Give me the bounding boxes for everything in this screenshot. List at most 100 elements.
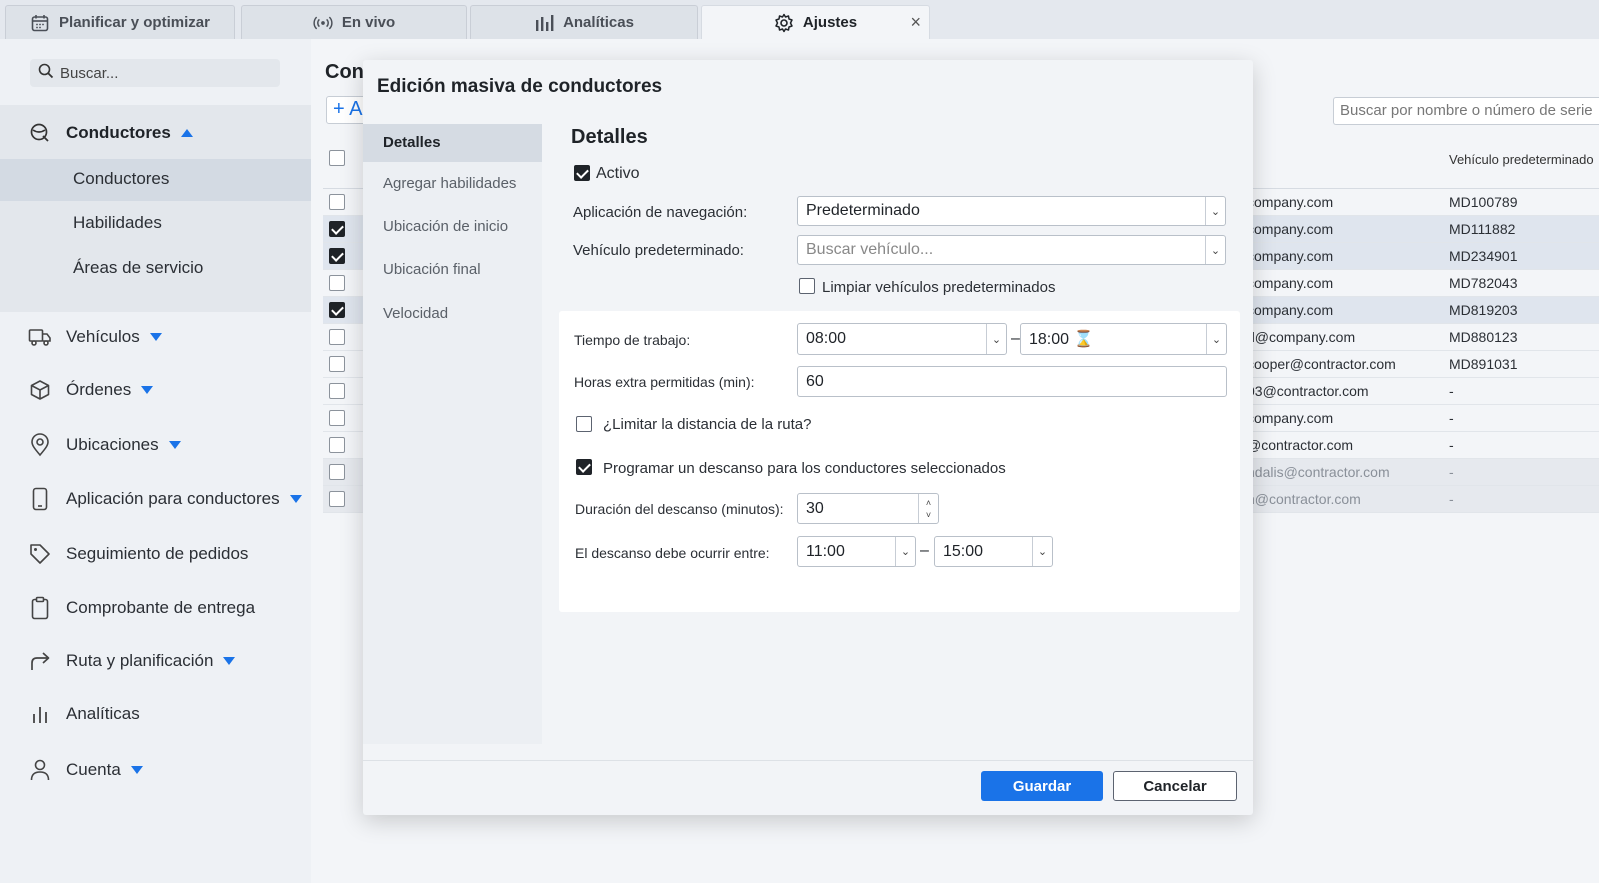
navigation-app-select[interactable]: Predeterminado ⌄	[797, 196, 1226, 226]
sidebar-search[interactable]	[30, 59, 280, 87]
sidebar-item-label: Analíticas	[66, 704, 140, 723]
work-end-value: 18:00 ⌛	[1029, 331, 1094, 348]
break-start-select[interactable]: 11:00 ⌄	[797, 536, 916, 567]
box-icon	[28, 378, 52, 402]
overtime-label: Horas extra permitidas (min):	[574, 374, 755, 390]
break-end-select[interactable]: 15:00 ⌄	[934, 536, 1053, 567]
work-end-select[interactable]: 18:00 ⌛ ⌄	[1020, 323, 1227, 355]
sidebar-item-drivers[interactable]: Conductores	[28, 121, 193, 145]
sidebar-item-order-tracking[interactable]: Seguimiento de pedidos	[28, 542, 248, 566]
modal-nav-end-location[interactable]: Ubicación final	[363, 251, 542, 289]
clear-default-vehicles-label: Limpiar vehículos predeterminados	[822, 279, 1056, 296]
default-vehicle-label: Vehículo predeterminado:	[573, 242, 744, 259]
page-title: Con	[325, 61, 364, 83]
sidebar-subitem-service-areas[interactable]: Áreas de servicio	[73, 258, 203, 278]
select-all-checkbox[interactable]	[329, 150, 345, 166]
search-input[interactable]	[60, 64, 260, 82]
drivers-icon	[28, 121, 52, 145]
tab-analytics[interactable]: Analíticas	[470, 5, 698, 39]
default-vehicle-select[interactable]: Buscar vehículo... ⌄	[797, 235, 1226, 265]
sidebar-subitem-skills[interactable]: Habilidades	[73, 213, 162, 233]
modal-nav-speed[interactable]: Velocidad	[363, 295, 542, 333]
sidebar-item-account[interactable]: Cuenta	[28, 758, 143, 782]
row-default-vehicle: MD100789	[1449, 194, 1518, 210]
calendar-icon	[30, 13, 50, 33]
row-checkbox[interactable]	[329, 275, 345, 291]
modal-title: Edición masiva de conductores	[377, 76, 663, 97]
sidebar-item-vehicles[interactable]: Vehículos	[28, 325, 162, 349]
modal-nav-start-location[interactable]: Ubicación de inicio	[363, 208, 542, 246]
bar-chart-icon	[534, 13, 554, 33]
limit-distance-label: ¿Limitar la distancia de la ruta?	[603, 416, 812, 433]
row-checkbox[interactable]	[329, 356, 345, 372]
route-arrow-icon	[28, 649, 52, 673]
work-start-select[interactable]: 08:00 ⌄	[797, 323, 1007, 355]
sidebar-item-label: Ubicaciones	[66, 435, 159, 454]
row-email: cooper@contractor.com	[1247, 356, 1396, 372]
sidebar-item-orders[interactable]: Órdenes	[28, 378, 154, 402]
chevron-up-icon	[180, 129, 193, 137]
sidebar-subitem-drivers[interactable]: Conductores	[73, 169, 169, 189]
overtime-value: 60	[806, 372, 824, 390]
row-checkbox[interactable]	[329, 248, 345, 264]
cancel-button[interactable]: Cancelar	[1113, 771, 1237, 801]
limit-distance-checkbox[interactable]	[576, 416, 592, 432]
row-default-vehicle: MD880123	[1449, 329, 1518, 345]
row-checkbox[interactable]	[329, 464, 345, 480]
tab-plan-optimize[interactable]: Planificar y optimizar	[5, 5, 235, 39]
stepper-arrows-icon[interactable]: ˄ ˅	[918, 494, 938, 523]
row-checkbox[interactable]	[329, 410, 345, 426]
modal-nav-add-skills[interactable]: Agregar habilidades	[363, 165, 542, 203]
row-checkbox[interactable]	[329, 329, 345, 345]
tab-label: Ajustes	[802, 14, 858, 31]
live-signal-icon	[313, 13, 333, 33]
range-separator: –	[920, 542, 929, 559]
sidebar-item-label: Ruta y planificación	[66, 651, 214, 670]
tab-label: Planificar y optimizar	[59, 14, 210, 31]
row-email: company.com	[1247, 302, 1334, 318]
row-default-vehicle: MD234901	[1449, 248, 1518, 264]
row-email: company.com	[1247, 410, 1334, 426]
schedule-break-checkbox[interactable]	[576, 459, 592, 475]
table-search-input[interactable]: Buscar por nombre o número de serie	[1333, 97, 1599, 125]
user-icon	[28, 758, 52, 782]
phone-icon	[28, 487, 52, 511]
modal-nav: Detalles Agregar habilidades Ubicación d…	[363, 124, 542, 744]
row-checkbox[interactable]	[329, 491, 345, 507]
save-button[interactable]: Guardar	[981, 771, 1103, 801]
overtime-input[interactable]: 60	[797, 366, 1227, 397]
sidebar: Conductores Conductores Habilidades Área…	[0, 39, 311, 883]
row-checkbox[interactable]	[329, 302, 345, 318]
break-window-label: El descanso debe ocurrir entre:	[575, 545, 770, 561]
break-end-value: 15:00	[943, 542, 984, 560]
row-checkbox[interactable]	[329, 383, 345, 399]
bulk-edit-drivers-modal: Edición masiva de conductores Detalles A…	[363, 60, 1253, 815]
work-start-value: 08:00	[806, 330, 847, 347]
tab-settings[interactable]: Ajustes ×	[701, 5, 930, 39]
row-default-vehicle: MD111882	[1449, 221, 1516, 237]
sidebar-item-driver-app[interactable]: Aplicación para conductores	[28, 487, 302, 511]
break-duration-value: 30	[806, 499, 824, 517]
add-driver-button[interactable]: + A	[326, 96, 366, 124]
tab-live[interactable]: En vivo	[241, 5, 467, 39]
sidebar-item-analytics[interactable]: Analíticas	[28, 702, 140, 726]
section-title: Detalles	[571, 126, 648, 148]
analytics-icon	[28, 702, 52, 726]
sidebar-item-route-planning[interactable]: Ruta y planificación	[28, 649, 236, 673]
sidebar-item-proof-of-delivery[interactable]: Comprobante de entrega	[28, 596, 255, 620]
row-checkbox[interactable]	[329, 437, 345, 453]
chevron-down-icon	[149, 333, 162, 341]
chevron-down-icon	[289, 495, 302, 503]
sidebar-item-locations[interactable]: Ubicaciones	[28, 433, 181, 457]
row-email: ndalis@contractor.com	[1247, 464, 1390, 480]
modal-nav-details[interactable]: Detalles	[363, 124, 542, 162]
active-checkbox[interactable]	[574, 165, 590, 181]
close-icon[interactable]: ×	[910, 12, 921, 33]
chevron-down-icon: ⌄	[895, 537, 915, 566]
work-time-label: Tiempo de trabajo:	[574, 332, 691, 348]
break-duration-stepper[interactable]: 30 ˄ ˅	[797, 493, 939, 524]
row-checkbox[interactable]	[329, 221, 345, 237]
row-email: company.com	[1247, 248, 1334, 264]
row-checkbox[interactable]	[329, 194, 345, 210]
clear-default-vehicles-checkbox[interactable]	[799, 278, 815, 294]
